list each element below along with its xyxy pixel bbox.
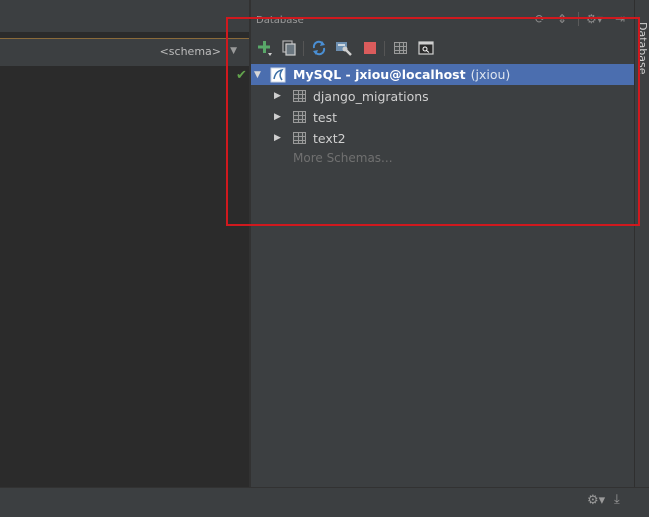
settings-gear-icon[interactable]: ⚙▾ [587,493,605,508]
datasource-user: (jxiou) [470,67,511,82]
console-button[interactable] [417,39,435,57]
database-panel: Database ⟳ ⇕ ⚙▾ ⇥ ▼ MySQL - jxiou@localh… [251,0,634,487]
expand-arrow-icon[interactable]: ▶ [274,133,284,143]
editor-toolbar: <schema> ▼ [0,38,249,66]
collapse-all-icon[interactable]: ⇕ [557,12,567,26]
table-name: django_migrations [313,88,429,104]
editor-area[interactable] [0,0,249,487]
header-separator [578,12,579,26]
refresh-icon [312,40,326,56]
schema-dropdown-icon[interactable]: ▼ [230,46,237,56]
datasource-name: MySQL - jxiou@localhost [293,67,466,82]
mysql-datasource-icon [270,67,286,82]
table-name: test [313,109,338,125]
table-icon [293,111,306,123]
schema-selector[interactable]: <schema> [160,45,221,58]
add-datasource-button[interactable] [256,39,274,57]
table-row[interactable]: ▶ test [274,107,337,127]
copy-button[interactable] [280,39,298,57]
toolbar-separator [384,41,385,56]
checkmark-icon: ✔ [236,68,247,83]
hide-panel-icon[interactable]: ⇥ [615,12,625,26]
panel-title: Database [256,15,304,26]
copy-icon [282,40,296,56]
table-editor-button[interactable] [391,39,409,57]
refresh-button[interactable] [310,39,328,57]
expand-arrow-icon[interactable]: ▶ [274,91,284,101]
wrench-properties-icon [336,42,352,56]
toolbar-separator [303,41,304,56]
table-icon [393,42,407,54]
download-icon[interactable]: ⤓ [614,492,620,507]
side-tab-label: Database [636,22,649,75]
console-icon [418,41,434,55]
table-row[interactable]: ▶ text2 [274,128,346,148]
table-name: text2 [313,130,346,146]
datasource-row[interactable]: ▼ MySQL - jxiou@localhost (jxiou) [251,64,634,85]
expand-arrow-icon[interactable]: ▼ [254,70,264,80]
expand-arrow-icon[interactable]: ▶ [274,112,284,122]
table-icon [293,132,306,144]
database-toolbar [251,38,634,60]
add-icon [258,41,272,56]
table-icon [293,90,306,102]
properties-button[interactable] [335,39,353,57]
more-schemas-link[interactable]: More Schemas... [293,151,393,165]
editor-top-strip [0,0,249,32]
database-side-tab[interactable]: Database [636,22,649,92]
bottom-toolbar: ⚙▾ ⤓ [0,487,649,517]
settings-gear-icon[interactable]: ⚙▾ [586,12,603,26]
table-row[interactable]: ▶ django_migrations [274,86,429,106]
stop-icon [364,42,376,54]
sync-icon[interactable]: ⟳ [535,12,545,26]
stop-button[interactable] [361,39,379,57]
